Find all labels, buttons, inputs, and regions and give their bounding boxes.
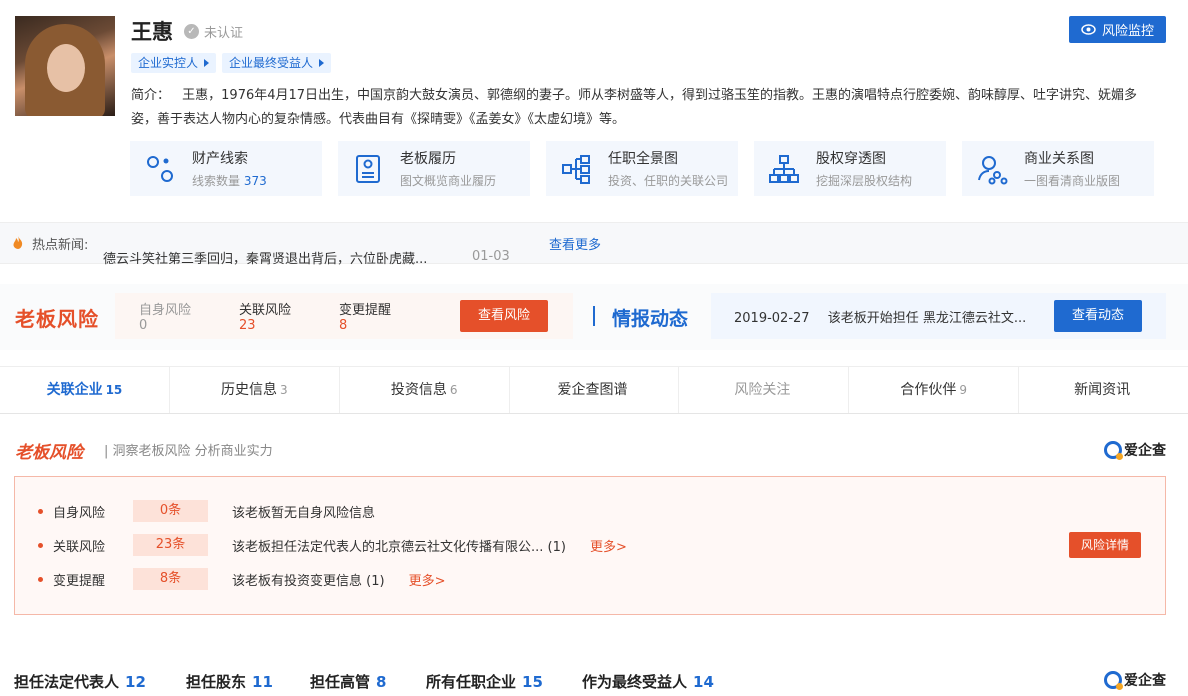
stat-executive[interactable]: 担任高管 8: [310, 671, 386, 692]
fire-icon: [13, 236, 23, 249]
news-headline[interactable]: 德云斗笑社第三季回归，秦霄贤退出背后，六位卧虎藏...: [103, 248, 427, 267]
tab-history[interactable]: 历史信息 3: [170, 367, 340, 413]
bullet: [38, 542, 43, 548]
verify-badge-icon: ✓: [184, 24, 199, 39]
tab-news[interactable]: 新闻资讯: [1019, 367, 1188, 413]
intel-date: 2019-02-27: [734, 311, 810, 326]
stat-legal-rep[interactable]: 担任法定代表人 12: [14, 671, 146, 692]
news-label: 热点新闻:: [32, 238, 89, 253]
equity-icon: [769, 155, 799, 183]
risk-detail-button[interactable]: 风险详情: [1069, 532, 1141, 558]
tab-graph[interactable]: 爱企查图谱: [510, 367, 680, 413]
card-sub: 投资、任职的关联公司: [608, 174, 729, 188]
risk-monitor-label: 风险监控: [1101, 24, 1154, 39]
more-link[interactable]: 更多>: [409, 570, 446, 589]
bullet: [38, 576, 43, 582]
aiqicha-logo-icon: [1104, 671, 1123, 690]
section-title: 老板风险: [15, 443, 83, 463]
verify-status: ✓ 未认证: [184, 22, 243, 41]
org-tree-icon: [562, 155, 590, 184]
card-business-relation[interactable]: 商业关系图 一图看清商业版图: [962, 141, 1154, 196]
card-title: 任职全景图: [608, 151, 678, 167]
tab-risk-watch[interactable]: 风险关注: [679, 367, 850, 413]
clue-count: 373: [243, 174, 267, 188]
eye-icon: [1081, 24, 1096, 35]
self-risk-value: 0: [139, 318, 148, 333]
card-sub: 图文概览商业履历: [400, 174, 497, 188]
card-title: 老板履历: [400, 151, 456, 167]
stat-shareholder[interactable]: 担任股东 11: [186, 671, 273, 692]
card-sub: 线索数量 373: [192, 174, 267, 188]
change-alert-value[interactable]: 8: [339, 318, 347, 333]
related-risk-value[interactable]: 23: [239, 318, 256, 333]
boss-risk-title: 老板风险: [15, 307, 99, 331]
card-sub: 一图看清商业版图: [1024, 174, 1121, 188]
more-link[interactable]: 更多>: [590, 536, 627, 555]
tag-controller[interactable]: 企业实控人: [131, 53, 217, 73]
divider: [593, 306, 595, 326]
bullet: [38, 508, 43, 514]
risk-row-self: 自身风险 0条 该老板暂无自身风险信息: [38, 500, 375, 522]
card-sub: 挖掘深层股权结构: [816, 174, 913, 188]
tab-investment[interactable]: 投资信息 6: [340, 367, 510, 413]
risk-row-change: 变更提醒 8条 该老板有投资变更信息 (1) 更多>: [38, 568, 445, 590]
card-equity-penetration[interactable]: 股权穿透图 挖掘深层股权结构: [754, 141, 946, 196]
avatar: [15, 16, 115, 116]
tab-related-companies[interactable]: 关联企业 15: [0, 367, 170, 413]
card-title: 财产线索: [192, 151, 248, 167]
section-subtitle: | 洞察老板风险 分析商业实力: [104, 444, 273, 459]
intro-text: 王惠，1976年4月17日出生，中国京韵大鼓女演员、郭德纲的妻子。师从李树盛等人…: [131, 88, 1138, 127]
tab-bar: 关联企业 15 历史信息 3 投资信息 6 爱企查图谱 风险关注 合作伙伴 9 新闻资讯: [0, 366, 1188, 414]
card-property-clues[interactable]: 财产线索 线索数量 373: [130, 141, 322, 196]
intel-item[interactable]: 2019-02-27 该老板开始担任 黑龙江德云社文...: [734, 307, 1026, 326]
self-risk-label: 自身风险: [139, 303, 192, 318]
clue-icon: [147, 156, 173, 182]
card-position-panorama[interactable]: 任职全景图 投资、任职的关联公司: [546, 141, 738, 196]
intel-title: 情报动态: [612, 308, 689, 330]
risk-row-related: 关联风险 23条 该老板担任法定代表人的北京德云社文化传播有限公... (1) …: [38, 534, 627, 556]
tab-partners[interactable]: 合作伙伴 9: [849, 367, 1020, 413]
tag-beneficiary[interactable]: 企业最终受益人: [222, 53, 332, 73]
view-intel-button[interactable]: 查看动态: [1054, 300, 1142, 332]
risk-monitor-button[interactable]: 风险监控: [1069, 16, 1166, 43]
card-boss-resume[interactable]: 老板履历 图文概览商业履历: [338, 141, 530, 196]
stat-ultimate-beneficiary[interactable]: 作为最终受益人 14: [582, 671, 714, 692]
stat-all-positions[interactable]: 所有任职企业 15: [426, 671, 543, 692]
card-title: 股权穿透图: [816, 151, 886, 167]
view-risk-button[interactable]: 查看风险: [460, 300, 548, 332]
aiqicha-logo-icon: [1104, 441, 1123, 460]
news-more-link[interactable]: 查看更多: [549, 234, 601, 253]
intro-label: 简介：: [131, 88, 171, 103]
avatar-face: [47, 44, 85, 92]
change-alert-label[interactable]: 变更提醒: [339, 299, 391, 318]
intel-text: 该老板开始担任 黑龙江德云社文...: [827, 311, 1027, 326]
intro: 简介： 王惠，1976年4月17日出生，中国京韵大鼓女演员、郭德纲的妻子。师从李…: [131, 84, 1161, 132]
person-name: 王惠: [131, 20, 173, 44]
resume-icon: [356, 155, 380, 183]
aiqicha-logo: 爱企查: [1104, 440, 1166, 460]
aiqicha-logo-bottom: 爱企查: [1104, 670, 1166, 690]
related-risk-label[interactable]: 关联风险: [239, 299, 291, 318]
verify-label: 未认证: [204, 26, 244, 41]
card-title: 商业关系图: [1024, 151, 1094, 167]
relation-icon: [978, 156, 1008, 185]
news-date: 01-03: [472, 249, 510, 264]
